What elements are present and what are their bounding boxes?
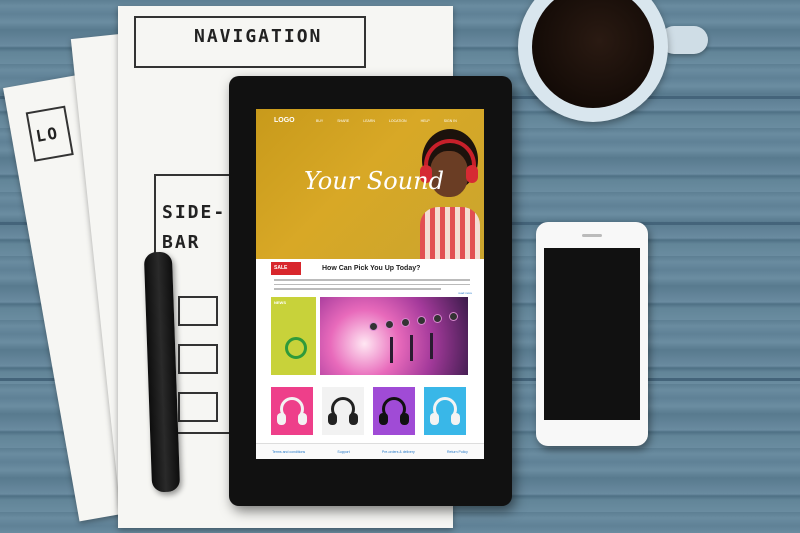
dj-mixer-image[interactable] — [320, 297, 468, 375]
product-thumb-blue[interactable] — [424, 387, 466, 435]
headphones-icon — [285, 337, 307, 359]
mixer-fader — [410, 335, 413, 361]
footer-link-preorders[interactable]: Pre-orders & delivery — [382, 450, 415, 454]
mixer-knob — [418, 317, 425, 324]
hero-banner: LOGO BUY SHARE LEARN LOCATION HELP SIGN … — [256, 109, 484, 259]
footer-link-terms[interactable]: Terms and conditions — [272, 450, 305, 454]
sketch-navigation-label: NAVIGATION — [194, 26, 323, 47]
news-label: NEWS — [274, 300, 286, 305]
site-nav: BUY SHARE LEARN LOCATION HELP SIGN IN — [316, 119, 457, 123]
footer-link-support[interactable]: Support — [337, 450, 349, 454]
sketch-box — [178, 392, 218, 422]
nav-link-location[interactable]: LOCATION — [389, 119, 407, 123]
mixer-knob — [402, 319, 409, 326]
site-footer: Terms and conditions Support Pre-orders … — [256, 443, 484, 459]
nav-link-help[interactable]: HELP — [421, 119, 430, 123]
mixer-knob — [450, 313, 457, 320]
phone-speaker — [582, 234, 602, 237]
nav-link-buy[interactable]: BUY — [316, 119, 323, 123]
sketch-box — [178, 296, 218, 326]
sketch-sidebar-label-1: SIDE- — [162, 202, 227, 223]
footer-link-returns[interactable]: Return Policy — [447, 450, 468, 454]
hero-title: Your Sound — [304, 167, 444, 195]
nav-link-share[interactable]: SHARE — [337, 119, 349, 123]
product-thumb-white[interactable] — [322, 387, 364, 435]
sketch-box — [178, 344, 218, 374]
sale-body-text — [274, 279, 470, 293]
person-shirt — [420, 207, 480, 259]
news-tile[interactable]: NEWS — [271, 297, 316, 375]
sale-section: SALE How Can Pick You Up Today? read mor… — [256, 259, 484, 301]
read-more-link[interactable]: read more — [458, 291, 472, 295]
product-thumb-purple[interactable] — [373, 387, 415, 435]
mixer-fader — [390, 337, 393, 363]
headphone-earcup — [466, 165, 478, 183]
site-logo[interactable]: LOGO — [274, 117, 295, 124]
product-thumb-pink[interactable] — [271, 387, 313, 435]
coffee — [532, 0, 654, 108]
mixer-knob — [386, 321, 393, 328]
tablet: LOGO BUY SHARE LEARN LOCATION HELP SIGN … — [229, 76, 512, 506]
tablet-screen: LOGO BUY SHARE LEARN LOCATION HELP SIGN … — [256, 109, 484, 459]
sale-heading: How Can Pick You Up Today? — [322, 265, 421, 272]
smartphone — [536, 222, 648, 446]
product-thumbnails — [271, 387, 471, 435]
mixer-knob — [434, 315, 441, 322]
sketch-lo-label: LO — [34, 123, 61, 146]
mixer-knob — [370, 323, 377, 330]
mixer-fader — [430, 333, 433, 359]
sale-badge[interactable]: SALE — [271, 262, 301, 275]
sketch-sidebar-label-2: BAR — [162, 232, 201, 253]
coffee-cup — [518, 0, 668, 122]
nav-link-learn[interactable]: LEARN — [363, 119, 375, 123]
phone-screen — [544, 248, 640, 420]
nav-link-sign-in[interactable]: SIGN IN — [444, 119, 457, 123]
